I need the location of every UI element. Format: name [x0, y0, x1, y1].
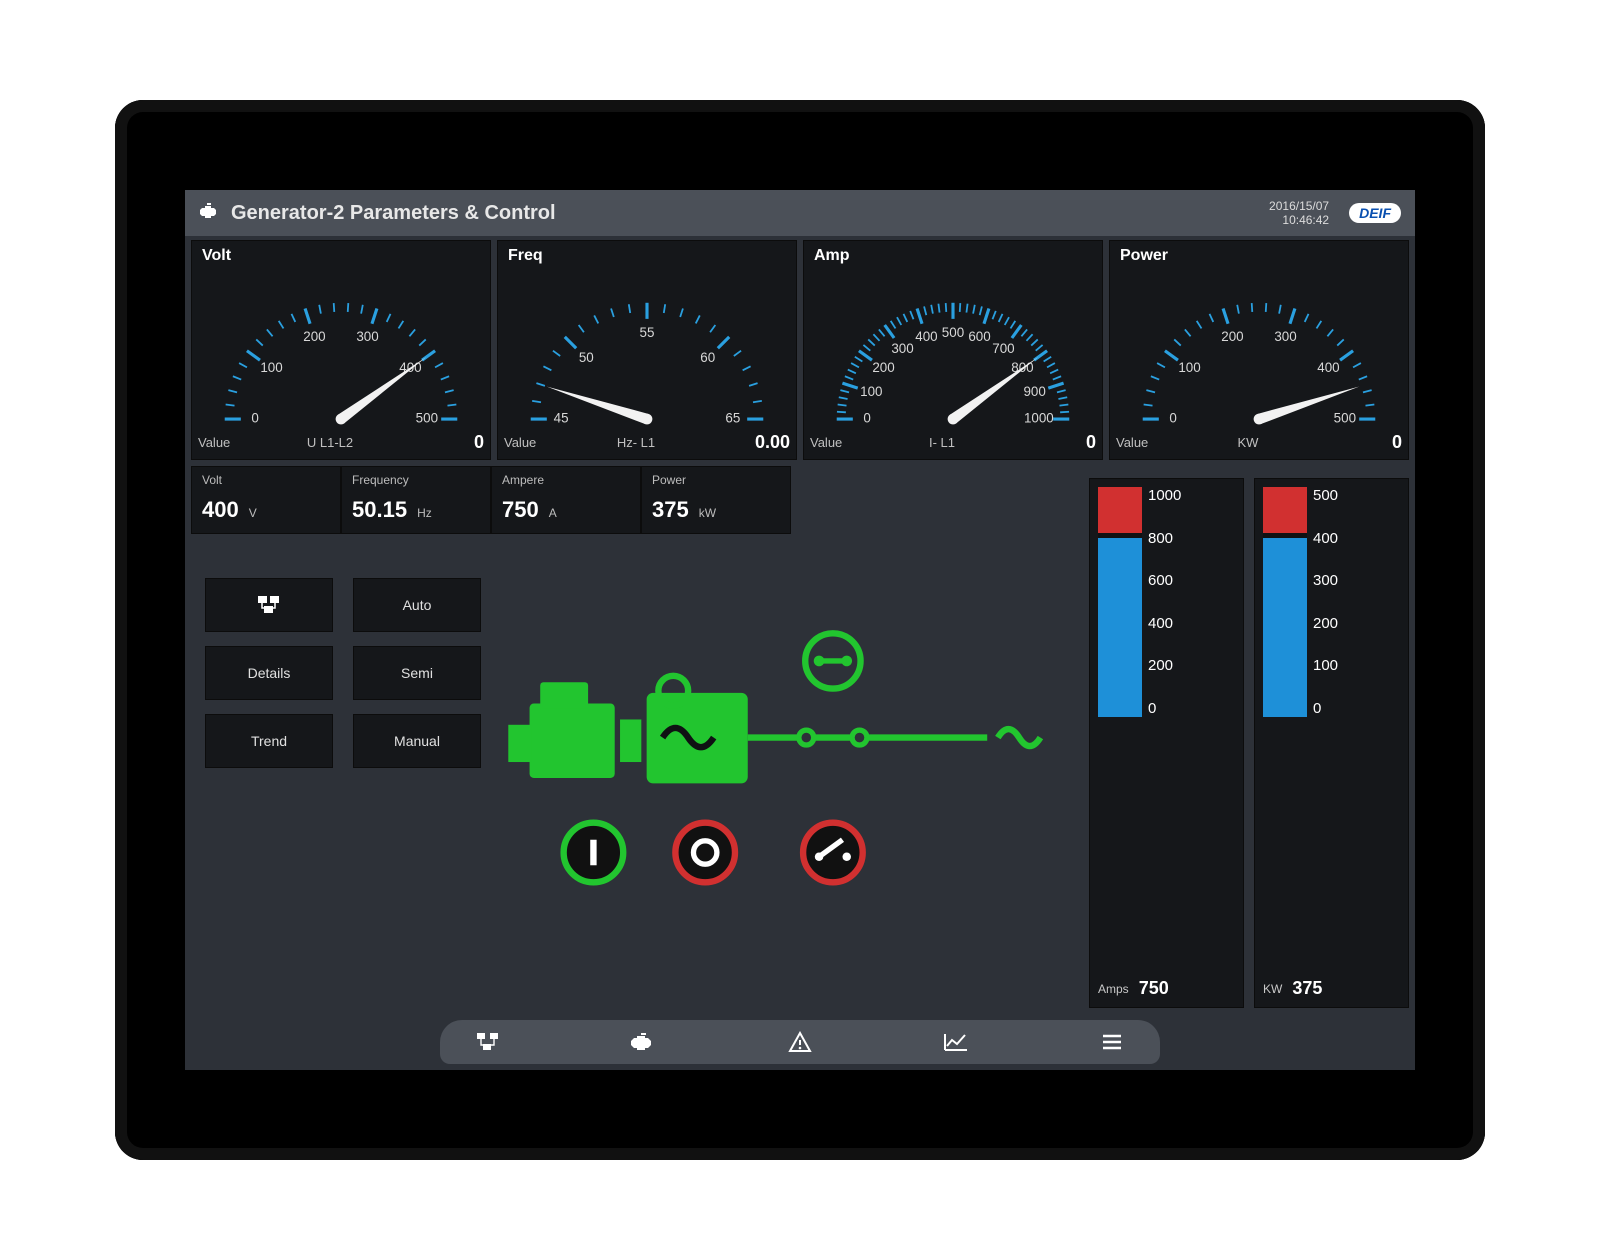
gauge-volt-value-label: Value [198, 435, 246, 450]
svg-text:500: 500 [942, 325, 964, 340]
svg-text:60: 60 [700, 350, 715, 365]
svg-text:45: 45 [554, 411, 569, 426]
gauge-freq-mid: Hz- L1 [556, 435, 716, 450]
engine-icon [508, 682, 641, 778]
gauge-amp-value-label: Value [810, 435, 858, 450]
svg-text:65: 65 [725, 411, 740, 426]
trend-icon [943, 1032, 969, 1052]
gauge-power-mid: KW [1168, 435, 1328, 450]
manual-button[interactable]: Manual [353, 714, 481, 768]
control-button-grid: Auto Details Semi Trend Manual [191, 548, 481, 1008]
svg-text:1000: 1000 [1024, 411, 1054, 426]
gauge-power-title: Power [1116, 245, 1402, 267]
svg-text:200: 200 [1221, 329, 1243, 344]
svg-text:50: 50 [579, 350, 594, 365]
gauge-power-value-label: Value [1116, 435, 1164, 450]
gauge-volt-mid: U L1-L2 [250, 435, 410, 450]
bar-graphs: 10008006004002000 Amps750 50040030020010… [1089, 478, 1409, 1008]
svg-text:300: 300 [891, 341, 913, 356]
bottom-nav [185, 1014, 1415, 1070]
nav-menu[interactable] [1094, 1024, 1130, 1060]
gauge-amp: Amp 01002003004005006007008009001000 Val… [803, 240, 1103, 460]
svg-text:700: 700 [992, 341, 1014, 356]
datetime: 2016/15/07 10:46:42 [1269, 199, 1329, 228]
nav-engine[interactable] [626, 1024, 662, 1060]
gauge-amp-title: Amp [810, 245, 1096, 267]
stop-button[interactable] [675, 823, 735, 883]
auto-button[interactable]: Auto [353, 578, 481, 632]
svg-text:500: 500 [1334, 411, 1356, 426]
value-card-amp: Ampere 750A [491, 466, 641, 534]
details-button[interactable]: Details [205, 646, 333, 700]
layout-button[interactable] [205, 578, 333, 632]
warning-icon [788, 1031, 812, 1053]
svg-text:100: 100 [1178, 360, 1200, 375]
device-bezel: Generator-2 Parameters & Control 2016/15… [115, 100, 1485, 1160]
svg-text:0: 0 [1169, 411, 1176, 426]
engine-icon [199, 203, 221, 224]
title-bar: Generator-2 Parameters & Control 2016/15… [185, 190, 1415, 236]
layout-icon [257, 595, 281, 615]
svg-text:900: 900 [1023, 384, 1045, 399]
svg-text:0: 0 [863, 411, 870, 426]
gauge-row: Volt 0100200300400500 Value U L1-L2 0 Fr… [185, 236, 1415, 460]
breaker-closed-indicator [805, 633, 860, 688]
svg-text:300: 300 [356, 329, 378, 344]
value-card-volt: Volt 400V [191, 466, 341, 534]
breaker-open-button[interactable] [803, 823, 863, 883]
svg-text:400: 400 [915, 329, 937, 344]
svg-text:200: 200 [872, 360, 894, 375]
gauge-volt-value: 0 [414, 432, 484, 453]
gauge-freq: Freq 45 50 55 60 65 Value Hz- L1 0.00 [497, 240, 797, 460]
brand-logo: DEIF [1349, 203, 1401, 223]
bar-kw: 5004003002001000 KW375 [1254, 478, 1409, 1008]
svg-text:300: 300 [1274, 329, 1296, 344]
bar-amps: 10008006004002000 Amps750 [1089, 478, 1244, 1008]
sine-icon [998, 729, 1041, 746]
gauge-volt: Volt 0100200300400500 Value U L1-L2 0 [191, 240, 491, 460]
svg-text:100: 100 [860, 384, 882, 399]
nav-layout[interactable] [470, 1024, 506, 1060]
svg-text:200: 200 [303, 329, 325, 344]
value-card-power: Power 375kW [641, 466, 791, 534]
engine-icon [631, 1032, 657, 1052]
start-button[interactable] [564, 823, 624, 883]
gauge-power: Power 0 100 200 300 400 500 Value KW 0 [1109, 240, 1409, 460]
svg-text:500: 500 [416, 411, 438, 426]
semi-button[interactable]: Semi [353, 646, 481, 700]
gauge-volt-title: Volt [198, 245, 484, 267]
value-card-freq: Frequency 50.15Hz [341, 466, 491, 534]
gauge-freq-value: 0.00 [720, 432, 790, 453]
svg-text:400: 400 [1317, 360, 1339, 375]
gauge-power-value: 0 [1332, 432, 1402, 453]
gauge-freq-value-label: Value [504, 435, 552, 450]
screen: Generator-2 Parameters & Control 2016/15… [185, 190, 1415, 1070]
nav-alarm[interactable] [782, 1024, 818, 1060]
svg-text:100: 100 [260, 360, 282, 375]
single-line-diagram [487, 548, 1083, 1008]
svg-text:0: 0 [251, 411, 258, 426]
svg-text:55: 55 [640, 325, 655, 340]
nav-trend[interactable] [938, 1024, 974, 1060]
generator-icon [647, 676, 748, 783]
gauge-freq-title: Freq [504, 245, 790, 267]
menu-icon [1101, 1033, 1123, 1051]
mid-row: Auto Details Semi Trend Manual [185, 534, 1415, 1014]
page-title: Generator-2 Parameters & Control [231, 202, 556, 225]
gauge-amp-value: 0 [1026, 432, 1096, 453]
layout-icon [476, 1032, 500, 1052]
gauge-amp-mid: I- L1 [862, 435, 1022, 450]
svg-text:600: 600 [968, 329, 990, 344]
trend-button[interactable]: Trend [205, 714, 333, 768]
